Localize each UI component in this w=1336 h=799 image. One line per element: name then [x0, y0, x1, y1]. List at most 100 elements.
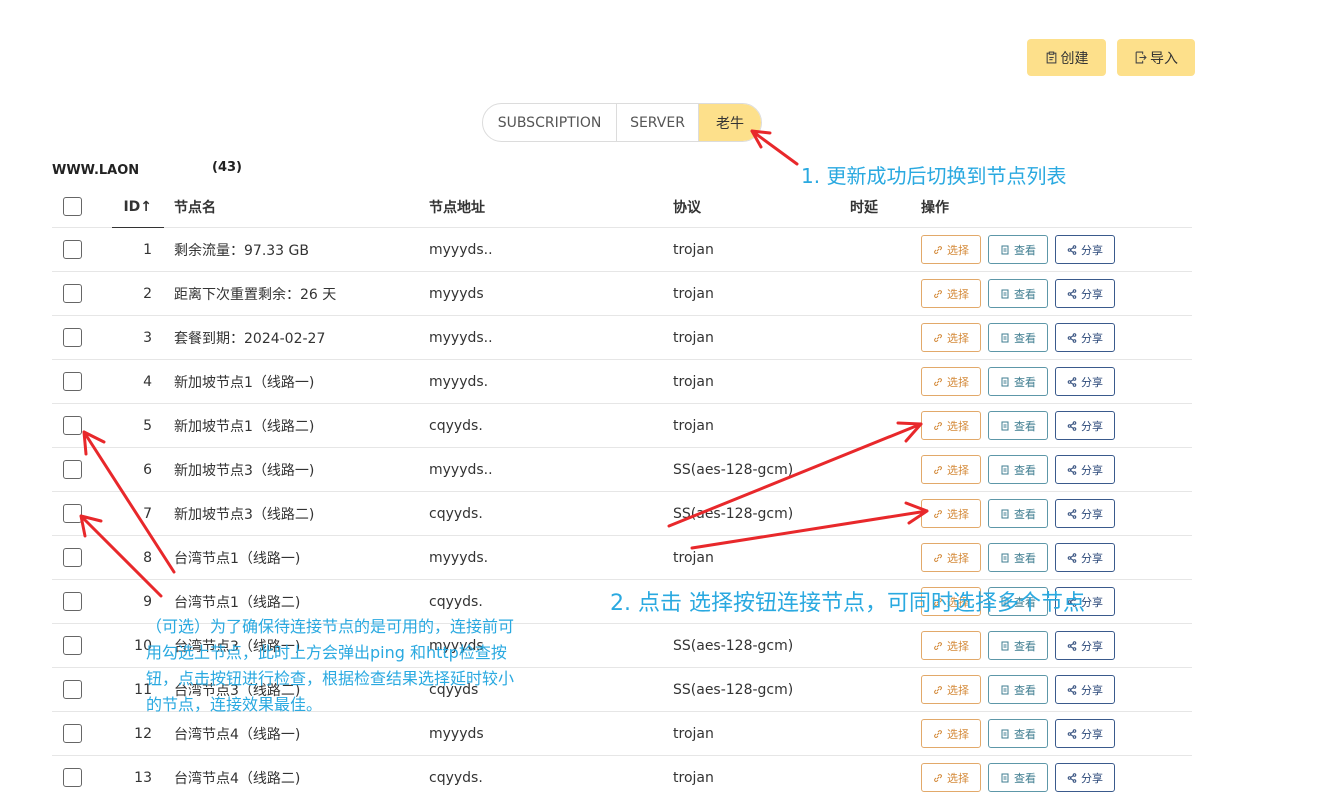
view-button-label: 查看 [1014, 331, 1036, 345]
tab-laoniu[interactable]: 老牛 [699, 104, 761, 141]
view-button-label: 查看 [1014, 551, 1036, 565]
share-button[interactable]: 分享 [1055, 279, 1115, 308]
select-button[interactable]: 选择 [921, 719, 981, 748]
row-id: 13 [134, 769, 152, 786]
row-checkbox[interactable] [63, 284, 82, 303]
share-button[interactable]: 分享 [1055, 323, 1115, 352]
view-button[interactable]: 查看 [988, 279, 1048, 308]
row-checkbox[interactable] [63, 636, 82, 655]
select-button[interactable]: 选择 [921, 279, 981, 308]
row-checkbox[interactable] [63, 460, 82, 479]
view-button-label: 查看 [1014, 595, 1036, 609]
select-button-label: 选择 [947, 771, 969, 785]
row-checkbox[interactable] [63, 548, 82, 567]
select-button-label: 选择 [947, 551, 969, 565]
share-button[interactable]: 分享 [1055, 543, 1115, 572]
row-checkbox[interactable] [63, 724, 82, 743]
view-button[interactable]: 查看 [988, 367, 1048, 396]
select-button[interactable]: 选择 [921, 763, 981, 792]
select-button[interactable]: 选择 [921, 543, 981, 572]
share-button-label: 分享 [1081, 419, 1103, 433]
annotation-step1: 1. 更新成功后切换到节点列表 [801, 164, 1067, 188]
link-icon [934, 729, 942, 738]
select-button[interactable]: 选择 [921, 367, 981, 396]
import-button[interactable]: 导入 [1117, 39, 1195, 76]
share-button[interactable]: 分享 [1055, 499, 1115, 528]
row-node-name: 台湾节点4（线路二) [174, 770, 301, 787]
list-title-text: WWW.LAONI [52, 163, 145, 178]
table-row: 12 台湾节点4（线路一) myyyds trojan 选择 查看 分享 [52, 712, 1192, 756]
link-icon [934, 421, 942, 430]
table-row: 7 新加坡节点3（线路二) cqyyds. SS(aes-128-gcm) 选择 查看 分享 [52, 492, 1192, 536]
share-icon [1067, 772, 1077, 783]
document-icon [1001, 773, 1009, 782]
view-button[interactable]: 查看 [988, 235, 1048, 264]
row-checkbox[interactable] [63, 592, 82, 611]
select-button[interactable]: 选择 [921, 587, 981, 616]
select-button[interactable]: 选择 [921, 235, 981, 264]
row-actions: 选择 查看 分享 [921, 360, 1161, 403]
view-button-label: 查看 [1014, 419, 1036, 433]
row-node-name: 距离下次重置剩余：26 天 [174, 286, 337, 303]
select-button[interactable]: 选择 [921, 631, 981, 660]
row-check-cell [63, 360, 83, 403]
select-button[interactable]: 选择 [921, 323, 981, 352]
view-button[interactable]: 查看 [988, 763, 1048, 792]
view-button[interactable]: 查看 [988, 411, 1048, 440]
view-button[interactable]: 查看 [988, 631, 1048, 660]
row-checkbox[interactable] [63, 416, 82, 435]
share-button[interactable]: 分享 [1055, 719, 1115, 748]
row-checkbox[interactable] [63, 240, 82, 259]
row-check-cell [63, 624, 83, 667]
row-id: 2 [143, 285, 152, 302]
view-button[interactable]: 查看 [988, 455, 1048, 484]
row-latency [850, 668, 900, 711]
page: 创建 导入 SUBSCRIPTION SERVER 老牛 WWW.LAONI (… [0, 0, 1336, 799]
row-checkbox[interactable] [63, 680, 82, 699]
share-button[interactable]: 分享 [1055, 587, 1115, 616]
row-checkbox[interactable] [63, 372, 82, 391]
share-button[interactable]: 分享 [1055, 763, 1115, 792]
row-latency [850, 360, 900, 403]
share-button[interactable]: 分享 [1055, 411, 1115, 440]
view-button[interactable]: 查看 [988, 587, 1048, 616]
row-checkbox[interactable] [63, 768, 82, 787]
share-button-label: 分享 [1081, 771, 1103, 785]
share-button[interactable]: 分享 [1055, 455, 1115, 484]
select-all-checkbox[interactable] [63, 197, 82, 216]
row-checkbox[interactable] [63, 328, 82, 347]
share-button-label: 分享 [1081, 595, 1103, 609]
select-button[interactable]: 选择 [921, 499, 981, 528]
row-protocol: trojan [673, 549, 714, 566]
view-button[interactable]: 查看 [988, 543, 1048, 572]
select-button[interactable]: 选择 [921, 675, 981, 704]
view-button[interactable]: 查看 [988, 719, 1048, 748]
row-node-address: myyyds.. [429, 329, 493, 346]
select-button[interactable]: 选择 [921, 411, 981, 440]
share-icon [1067, 464, 1077, 475]
create-button[interactable]: 创建 [1027, 39, 1106, 76]
share-button[interactable]: 分享 [1055, 367, 1115, 396]
tab-subscription[interactable]: SUBSCRIPTION [483, 104, 617, 141]
select-button[interactable]: 选择 [921, 455, 981, 484]
share-button[interactable]: 分享 [1055, 235, 1115, 264]
link-icon [934, 465, 942, 474]
node-table: ID↑ 节点名 节点地址 协议 时延 操作 1 剩余流量：97.33 GB myyy… [52, 186, 1192, 799]
row-checkbox[interactable] [63, 504, 82, 523]
row-protocol [673, 580, 843, 623]
row-node-name: 套餐到期：2024-02-27 [174, 330, 326, 347]
row-node-address: myyyds.. [429, 461, 493, 478]
row-latency [850, 756, 900, 799]
row-node-address: myyyds. [429, 373, 489, 390]
view-button[interactable]: 查看 [988, 323, 1048, 352]
row-check-cell [63, 668, 83, 711]
view-button[interactable]: 查看 [988, 675, 1048, 704]
view-button[interactable]: 查看 [988, 499, 1048, 528]
view-button-label: 查看 [1014, 287, 1036, 301]
share-button[interactable]: 分享 [1055, 675, 1115, 704]
create-button-label: 创建 [1060, 50, 1089, 67]
share-button[interactable]: 分享 [1055, 631, 1115, 660]
tab-server[interactable]: SERVER [617, 104, 699, 141]
header-id[interactable]: ID↑ [122, 186, 168, 227]
select-button-label: 选择 [947, 331, 969, 345]
